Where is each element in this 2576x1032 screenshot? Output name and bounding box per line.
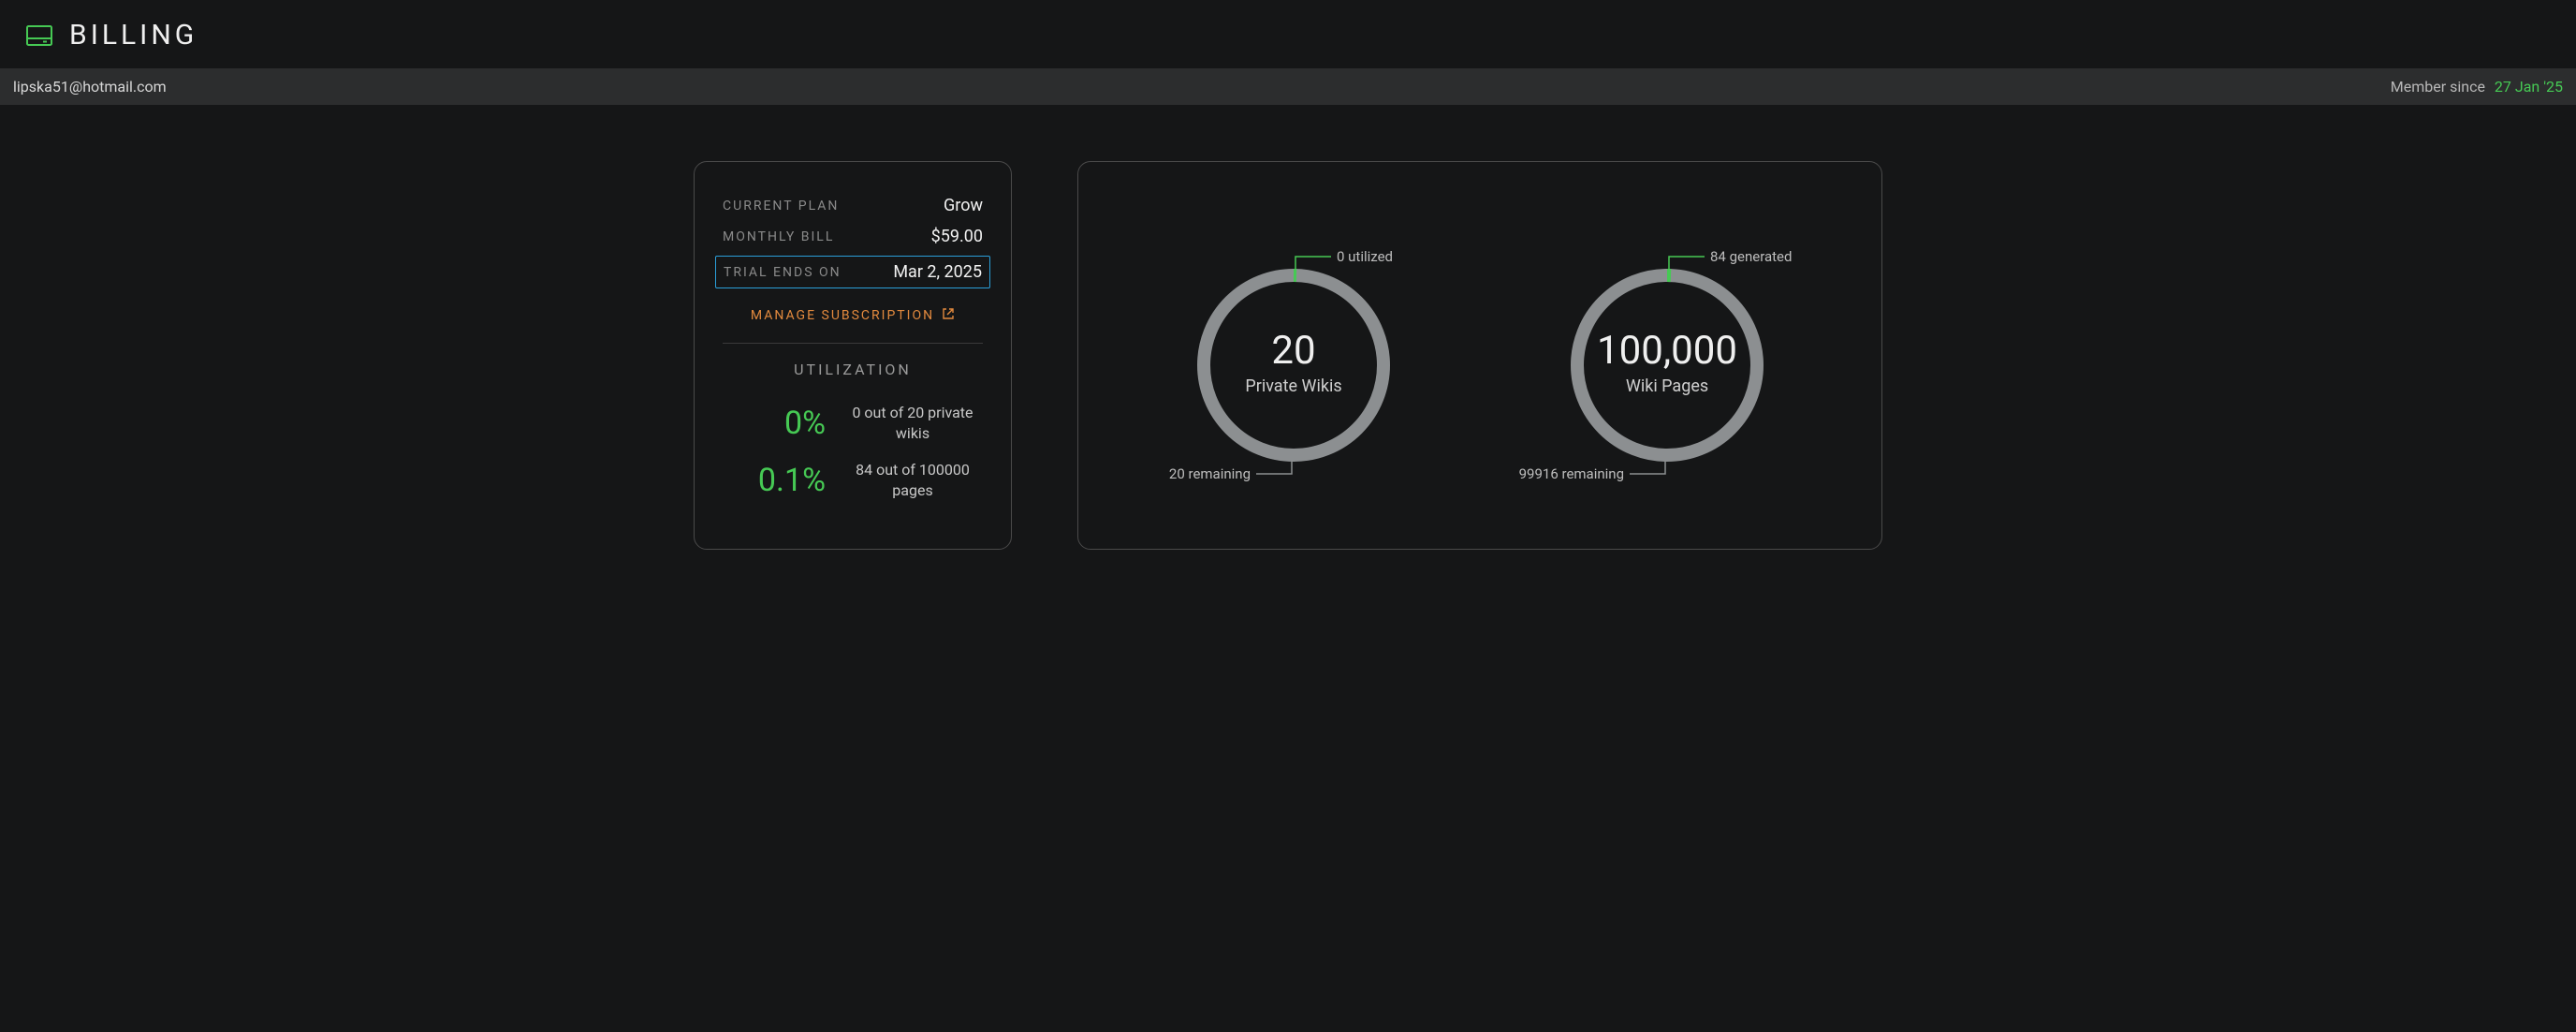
utilization-row-wikis: 0% 0 out of 20 private wikis — [723, 403, 983, 443]
page-header: BILLING — [0, 0, 2576, 68]
wikis-bottom-callout: 20 remaining — [1168, 465, 1250, 482]
utilization-pct-wikis: 0% — [723, 405, 826, 442]
member-since-date: 27 Jan '25 — [2495, 78, 2563, 96]
wikis-center-label: Private Wikis — [1245, 376, 1341, 396]
gauge-wiki-pages: 84 generated 99916 remaining 100,000 Wik… — [1480, 215, 1853, 496]
credit-card-icon — [26, 25, 52, 46]
plan-panel: CURRENT PLAN Grow MONTHLY BILL $59.00 TR… — [694, 161, 1012, 550]
monthly-bill-value: $59.00 — [931, 227, 983, 246]
user-email: lipska51@hotmail.com — [13, 78, 167, 96]
gauges-panel: 0 utilized 20 remaining 20 Private Wikis… — [1077, 161, 1882, 550]
pages-bottom-callout: 99916 remaining — [1518, 465, 1623, 482]
manage-subscription-link[interactable]: MANAGE SUBSCRIPTION — [723, 307, 983, 324]
manage-subscription-label: MANAGE SUBSCRIPTION — [751, 308, 934, 323]
trial-ends-row: TRIAL ENDS ON Mar 2, 2025 — [715, 256, 990, 288]
content-area: CURRENT PLAN Grow MONTHLY BILL $59.00 TR… — [0, 105, 2576, 587]
member-since: Member since 27 Jan '25 — [2391, 78, 2563, 96]
pages-center-number: 100,000 — [1597, 328, 1737, 374]
gauge-private-wikis: 0 utilized 20 remaining 20 Private Wikis — [1106, 215, 1480, 496]
trial-ends-value: Mar 2, 2025 — [893, 262, 982, 282]
trial-ends-label: TRIAL ENDS ON — [724, 265, 842, 280]
utilization-pct-pages: 0.1% — [723, 462, 826, 499]
pages-top-callout: 84 generated — [1710, 248, 1792, 265]
utilization-heading: UTILIZATION — [723, 361, 983, 378]
page-title: BILLING — [69, 19, 198, 52]
member-info-bar: lipska51@hotmail.com Member since 27 Jan… — [0, 68, 2576, 105]
external-link-icon — [942, 307, 955, 324]
member-since-label: Member since — [2391, 78, 2485, 96]
pages-center-label: Wiki Pages — [1625, 376, 1707, 396]
utilization-desc-pages: 84 out of 100000 pages — [842, 460, 983, 500]
monthly-bill-label: MONTHLY BILL — [723, 229, 834, 244]
current-plan-label: CURRENT PLAN — [723, 199, 839, 214]
wikis-center-number: 20 — [1271, 328, 1315, 374]
divider — [723, 343, 983, 344]
monthly-bill-row: MONTHLY BILL $59.00 — [723, 221, 983, 252]
utilization-desc-wikis: 0 out of 20 private wikis — [842, 403, 983, 443]
current-plan-value: Grow — [944, 196, 983, 215]
utilization-row-pages: 0.1% 84 out of 100000 pages — [723, 460, 983, 500]
current-plan-row: CURRENT PLAN Grow — [723, 190, 983, 221]
wikis-top-callout: 0 utilized — [1337, 248, 1393, 265]
